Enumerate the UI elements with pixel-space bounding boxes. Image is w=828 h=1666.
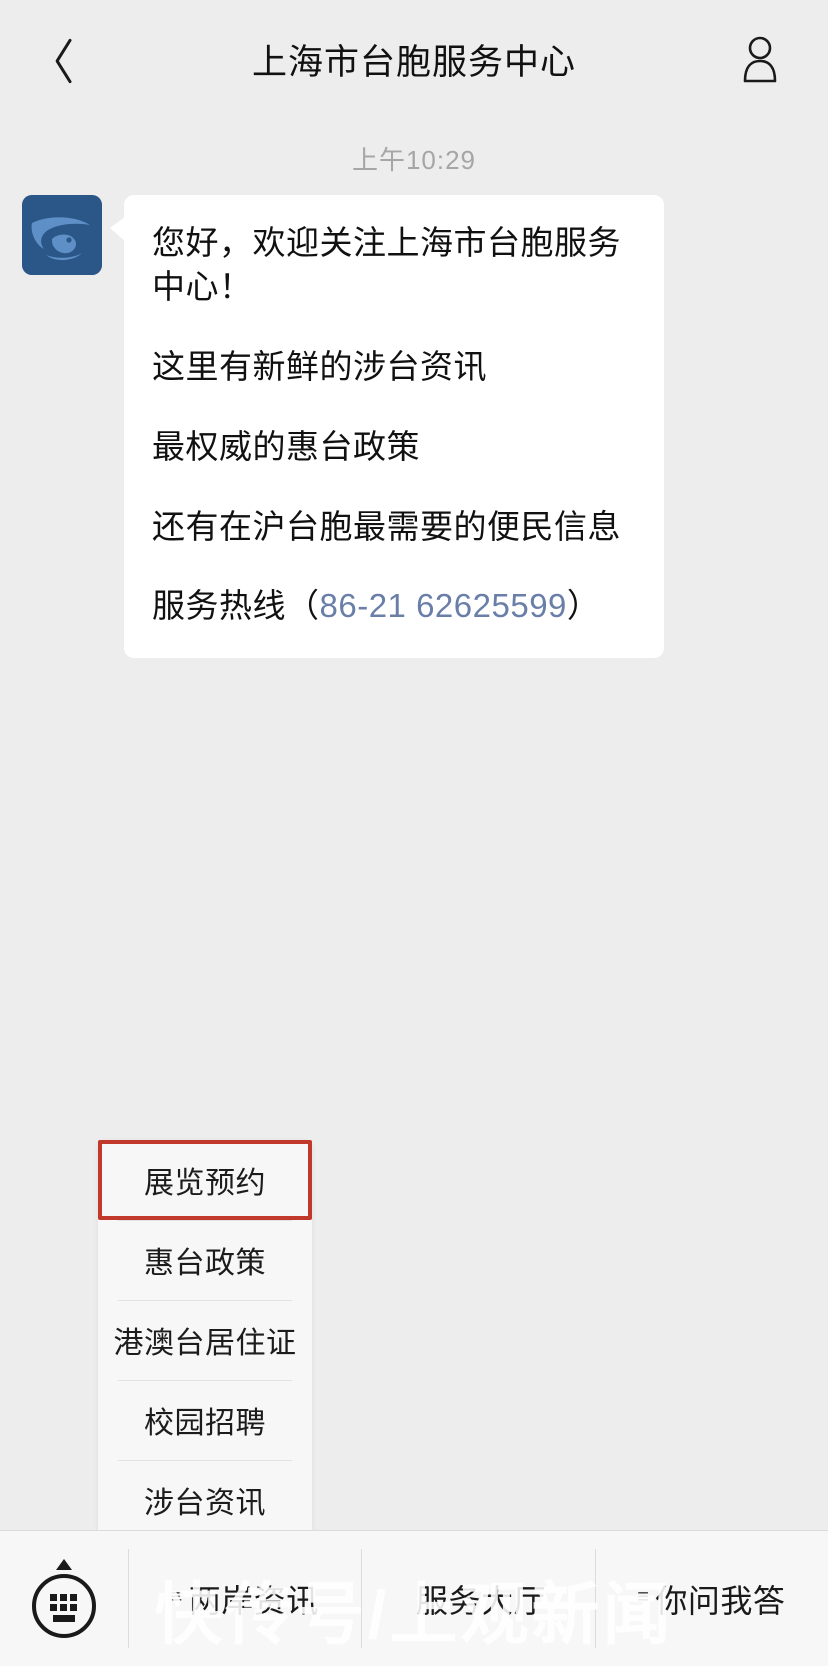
hamburger-icon: ≡ (170, 1585, 183, 1608)
hamburger-icon: ≡ (637, 1585, 650, 1608)
chat-message-area: 上午10:29 您好，欢迎关注上海市台胞服务中心！ 这里有新鲜的涉台资讯 最权威… (0, 118, 828, 1530)
menu-item-taiwan-news[interactable]: 涉台资讯 (98, 1460, 312, 1530)
menu-item-campus-recruitment[interactable]: 校园招聘 (98, 1380, 312, 1460)
submenu-popup-panel: 展览预约 惠台政策 港澳台居住证 校园招聘 涉台资讯 (98, 1140, 312, 1530)
message-line-news: 这里有新鲜的涉台资讯 (152, 347, 487, 385)
tab-cross-strait-news[interactable]: ≡ 两岸资讯 (128, 1531, 361, 1666)
tab-label: 服务大厅 (415, 1582, 546, 1619)
account-avatar-bird-logo (22, 195, 102, 275)
message-bubble[interactable]: 您好，欢迎关注上海市台胞服务中心！ 这里有新鲜的涉台资讯 最权威的惠台政策 还有… (110, 195, 664, 659)
app-header: 上海市台胞服务中心 (0, 0, 828, 118)
tab-label: 你问我答 (655, 1582, 786, 1619)
menu-item-taiwan-policy[interactable]: 惠台政策 (98, 1220, 312, 1300)
message-timestamp: 上午10:29 (351, 145, 477, 175)
hotline-phone-link[interactable]: 86-21 62625599 (320, 587, 567, 624)
hotline-prefix-text: 服务热线（ (152, 587, 320, 625)
menu-item-residence-permit[interactable]: 港澳台居住证 (98, 1300, 312, 1380)
person-icon (743, 36, 777, 83)
menu-item-exhibition-booking[interactable]: 展览预约 (98, 1140, 312, 1220)
keyboard-toggle-icon (32, 1558, 96, 1638)
back-button[interactable] (18, 0, 94, 118)
message-line-policy: 最权威的惠台政策 (152, 427, 420, 465)
chat-message-row: 您好，欢迎关注上海市台胞服务中心！ 这里有新鲜的涉台资讯 最权威的惠台政策 还有… (0, 195, 828, 659)
wechat-official-account-chat: 上海市台胞服务中心 上午10:29 您好，欢迎关注上海市台胞服务中心！ 这里有新… (0, 0, 828, 1666)
message-line-hotline: 服务热线（86-21 62625599） (152, 584, 636, 628)
avatar[interactable] (22, 195, 102, 275)
tab-service-hall[interactable]: 服务大厅 (361, 1531, 594, 1666)
bottom-menu-bar: ≡ 两岸资讯 服务大厅 ≡ 你问我答 (0, 1530, 828, 1666)
hotline-suffix-text: ） (566, 587, 601, 625)
tab-qa[interactable]: ≡ 你问我答 (594, 1531, 828, 1666)
keyboard-toggle-button[interactable] (0, 1531, 128, 1666)
message-bubble-wrapper: 您好，欢迎关注上海市台胞服务中心！ 这里有新鲜的涉台资讯 最权威的惠台政策 还有… (110, 195, 664, 659)
profile-button[interactable] (722, 0, 798, 118)
page-title: 上海市台胞服务中心 (251, 42, 576, 82)
message-line-greeting: 您好，欢迎关注上海市台胞服务中心！ (152, 224, 621, 305)
chevron-left-icon (43, 35, 69, 83)
tab-label: 两岸资讯 (188, 1582, 319, 1619)
message-line-services: 还有在沪台胞最需要的便民信息 (152, 507, 621, 545)
